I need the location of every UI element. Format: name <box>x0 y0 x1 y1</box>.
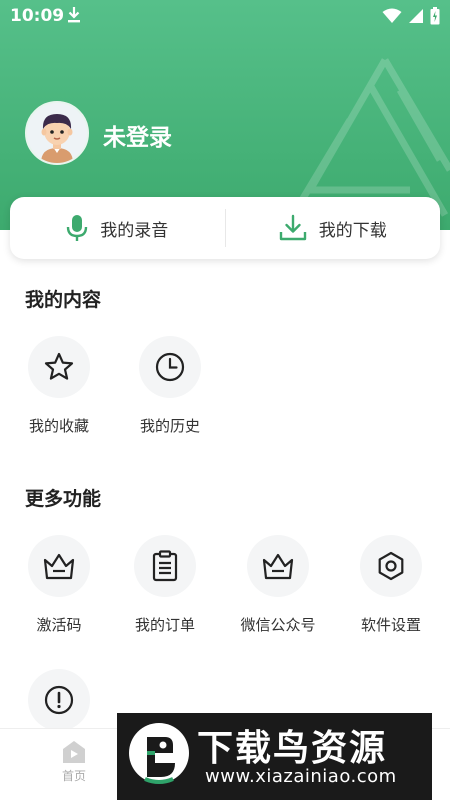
crown-icon <box>262 553 294 580</box>
username[interactable]: 未登录 <box>103 118 172 152</box>
nav-home-tab[interactable]: 首页 <box>48 739 100 784</box>
my-content-title: 我的内容 <box>25 289 102 311</box>
software-settings-icon-circle <box>360 535 422 597</box>
watermark-url: www.xiazainiao.com <box>205 766 397 787</box>
my-orders-icon-circle <box>134 535 196 597</box>
wechat-official-label: 微信公众号 <box>240 616 316 634</box>
my-downloads-button[interactable]: 我的下载 <box>226 197 441 259</box>
wifi-icon <box>382 8 402 23</box>
my-recordings-label: 我的录音 <box>100 220 169 241</box>
favorites-button[interactable]: 我的收藏 <box>14 336 104 436</box>
bird-logo-icon <box>129 723 189 784</box>
my-orders-label: 我的订单 <box>134 616 195 634</box>
history-icon-circle <box>139 336 201 398</box>
about-icon-circle <box>28 669 90 731</box>
avatar[interactable] <box>25 101 89 165</box>
watermark-title: 下载鸟资源 <box>197 728 388 769</box>
activation-code-label: 激活码 <box>36 616 82 634</box>
software-settings-button[interactable]: 软件设置 <box>346 535 436 635</box>
my-downloads-label: 我的下载 <box>318 220 387 241</box>
history-label: 我的历史 <box>139 417 200 435</box>
my-orders-button[interactable]: 我的订单 <box>120 535 210 635</box>
signal-icon <box>409 9 423 23</box>
battery-icon <box>430 7 440 25</box>
my-recordings-button[interactable]: 我的录音 <box>10 197 225 259</box>
wechat-official-button[interactable]: 微信公众号 <box>233 535 323 635</box>
crown-icon <box>43 553 75 580</box>
activation-code-button[interactable]: 激活码 <box>14 535 104 635</box>
wechat-official-icon-circle <box>247 535 309 597</box>
about-button[interactable] <box>14 669 104 731</box>
download-notification-icon <box>68 7 80 23</box>
watermark-banner: 下载鸟资源 www.xiazainiao.com <box>117 713 432 800</box>
nav-home-label: 首页 <box>61 769 86 783</box>
avatar-boy-icon <box>41 114 73 163</box>
clipboard-icon <box>152 550 178 582</box>
profile-header: 10:09 未登录 <box>0 0 450 230</box>
home-play-icon <box>63 741 85 763</box>
microphone-icon <box>67 215 88 241</box>
status-time: 10:09 <box>10 6 65 26</box>
status-bar: 10:09 <box>0 0 450 32</box>
clock-icon <box>155 352 185 382</box>
download-icon <box>279 214 306 241</box>
info-exclamation-icon <box>44 685 74 715</box>
favorites-label: 我的收藏 <box>28 417 89 435</box>
status-right-icons <box>382 7 440 25</box>
more-features-title: 更多功能 <box>25 488 102 510</box>
activation-code-icon-circle <box>28 535 90 597</box>
favorites-icon-circle <box>28 336 90 398</box>
quick-actions-card: 我的录音 我的下载 <box>10 197 440 259</box>
history-button[interactable]: 我的历史 <box>125 336 215 436</box>
software-settings-label: 软件设置 <box>360 616 421 634</box>
star-icon <box>44 352 74 380</box>
settings-hexagon-icon <box>378 551 404 581</box>
